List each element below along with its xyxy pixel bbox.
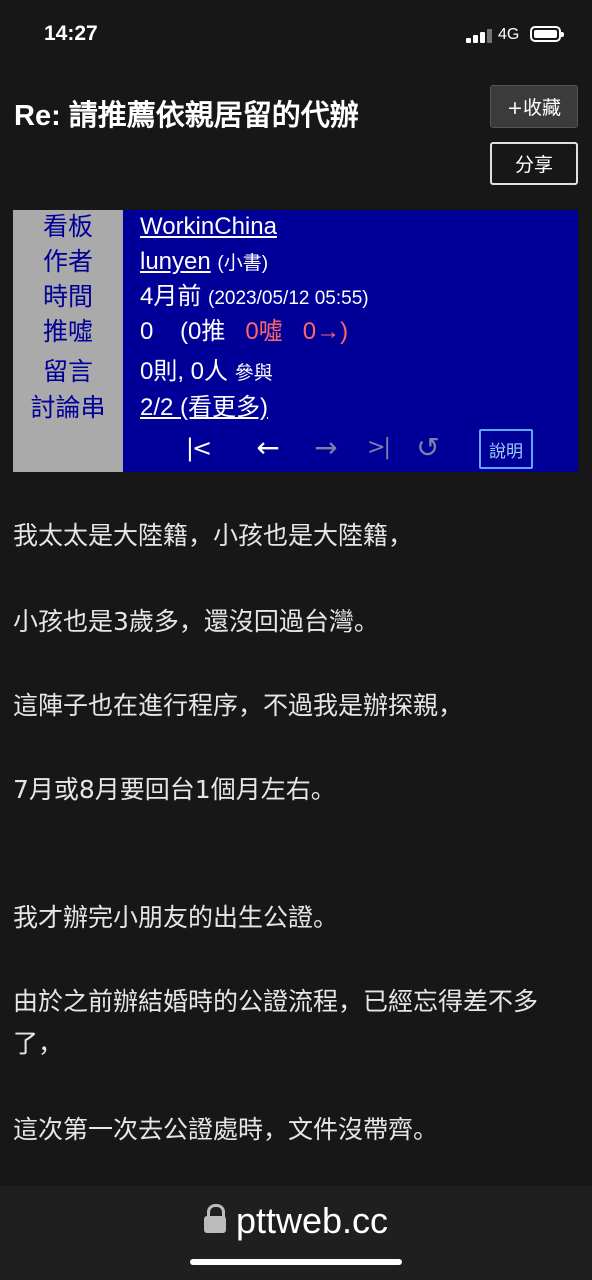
comments-count: 0則, 0人 [140, 358, 229, 385]
paragraph: 小孩也是3歲多，還沒回過台灣。 [13, 607, 379, 636]
comments-suffix: 參與 [234, 363, 273, 384]
comments-value: 0則, 0人 參與 [140, 355, 273, 391]
paragraph: 我太太是大陸籍，小孩也是大陸籍， [13, 521, 414, 550]
share-button[interactable]: 分享 [490, 142, 578, 185]
network-type: 4G [498, 26, 520, 43]
url-text: pttweb.cc [235, 1200, 389, 1241]
label-board: 看板 [42, 212, 93, 241]
home-indicator[interactable] [190, 1259, 402, 1265]
thread-link[interactable]: 2/2 (看更多) [140, 394, 268, 421]
arrow-count: 0→) [302, 318, 349, 345]
paragraph: 7月或8月要回台1個月左右。 [13, 775, 336, 804]
board-link[interactable]: WorkinChina [140, 213, 277, 240]
time-value: 4月前 (2023/05/12 05:55) [140, 280, 369, 316]
reply-icon: ↺ [416, 431, 440, 464]
label-time: 時間 [42, 282, 93, 311]
paragraph: 這陣子也在進行程序，不過我是辦探親， [13, 691, 464, 720]
thread-value: 2/2 (看更多) [140, 391, 268, 425]
push-count: (0推 [180, 318, 226, 345]
status-time: 14:27 [44, 22, 98, 45]
time-relative: 4月前 [140, 283, 202, 310]
lock-icon [203, 1204, 226, 1234]
first-page-icon[interactable]: |< [183, 428, 213, 468]
next-arrow-icon: → [314, 431, 338, 464]
battery-icon [530, 26, 564, 42]
paragraph: 由於之前辦結婚時的公證流程，已經忘得差不多了， [13, 987, 539, 1058]
label-push: 推噓 [42, 317, 93, 346]
paragraph: 我才辦完小朋友的出生公證。 [13, 903, 339, 932]
page-title: Re: 請推薦依親居留的代辦 [14, 100, 359, 132]
help-button[interactable]: 說明 [479, 429, 533, 469]
label-author: 作者 [42, 247, 93, 276]
cellular-signal-icon [466, 27, 492, 43]
url-display[interactable]: pttweb.cc [0, 1200, 592, 1242]
paragraph: 這次第一次去公證處時，文件沒帶齊。 [13, 1115, 439, 1144]
author-link[interactable]: lunyen [140, 248, 211, 275]
last-page-icon: >| [367, 435, 391, 460]
status-bar: 14:27 4G [0, 0, 592, 70]
browser-address-bar[interactable]: pttweb.cc [0, 1186, 592, 1280]
boo-count: 0噓 [245, 318, 283, 345]
favorite-button[interactable]: +收藏 [490, 85, 578, 128]
label-thread: 討論串 [30, 393, 106, 422]
label-comments: 留言 [42, 357, 93, 386]
author-nickname: (小書) [217, 253, 269, 274]
time-exact: (2023/05/12 05:55) [208, 288, 369, 309]
push-score: 0 [140, 318, 154, 345]
prev-arrow-icon[interactable]: ← [253, 428, 283, 468]
author-value: lunyen (小書) [140, 245, 268, 281]
article-meta-box: 看板 作者 時間 推噓 留言 討論串 WorkinChina lunyen (小… [13, 210, 578, 472]
board-value: WorkinChina [140, 210, 277, 244]
push-value: 0 (0推 0噓 0→) [140, 315, 348, 349]
meta-labels: 看板 作者 時間 推噓 留言 討論串 [13, 210, 123, 472]
